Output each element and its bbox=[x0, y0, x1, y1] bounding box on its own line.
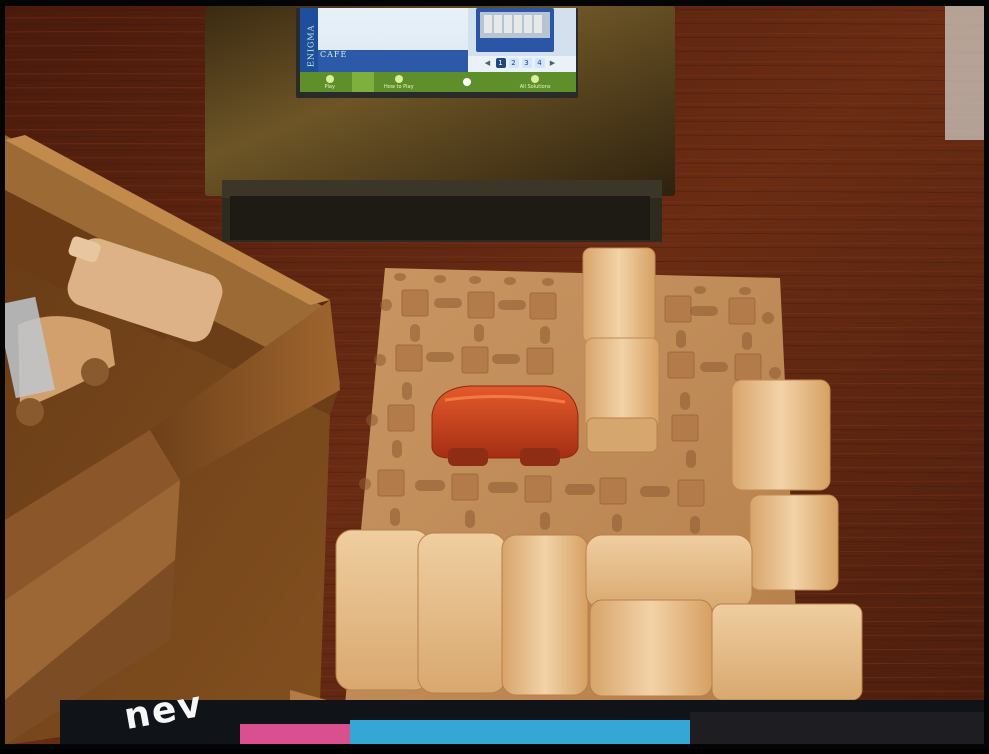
hand-icon bbox=[325, 74, 334, 83]
wall-edge bbox=[945, 0, 989, 140]
screen-cafe-label: CAFÉ bbox=[320, 50, 348, 59]
screen-tab-music bbox=[462, 77, 471, 87]
top-border bbox=[0, 0, 989, 6]
screen-pager: ◀ 1 2 3 4 ▶ bbox=[472, 56, 568, 70]
pager-page-4: 4 bbox=[534, 58, 545, 68]
screen-tab-solutions: All Solutions bbox=[519, 74, 551, 90]
screen-tabbar: Play How to Play All Solutions bbox=[300, 72, 575, 92]
screen-tab-how-to-play: How to Play bbox=[384, 74, 414, 90]
pager-right-arrow: ▶ bbox=[549, 59, 556, 67]
music-icon bbox=[462, 77, 471, 86]
pager-page-1: 1 bbox=[495, 58, 506, 68]
scene-svg bbox=[0, 0, 989, 749]
screen-tab-play-label: Play bbox=[324, 83, 335, 90]
display-stand bbox=[205, 6, 675, 242]
document-icon bbox=[394, 74, 403, 83]
red-car bbox=[431, 385, 579, 466]
pager-page-2: 2 bbox=[508, 58, 519, 68]
eye-icon bbox=[531, 74, 540, 83]
screen-tab-how-label: How to Play bbox=[384, 83, 414, 90]
screen-tab-solutions-label: All Solutions bbox=[519, 83, 551, 90]
screen-tab-play: Play bbox=[324, 74, 335, 90]
screen-brand-vertical: ENIGMA bbox=[306, 24, 316, 68]
pager-left-arrow: ◀ bbox=[484, 59, 491, 67]
pager-page-3: 3 bbox=[521, 58, 532, 68]
photo-scene: ENIGMA CAFÉ ◀ 1 2 3 4 ▶ Play How to Play… bbox=[0, 0, 989, 749]
